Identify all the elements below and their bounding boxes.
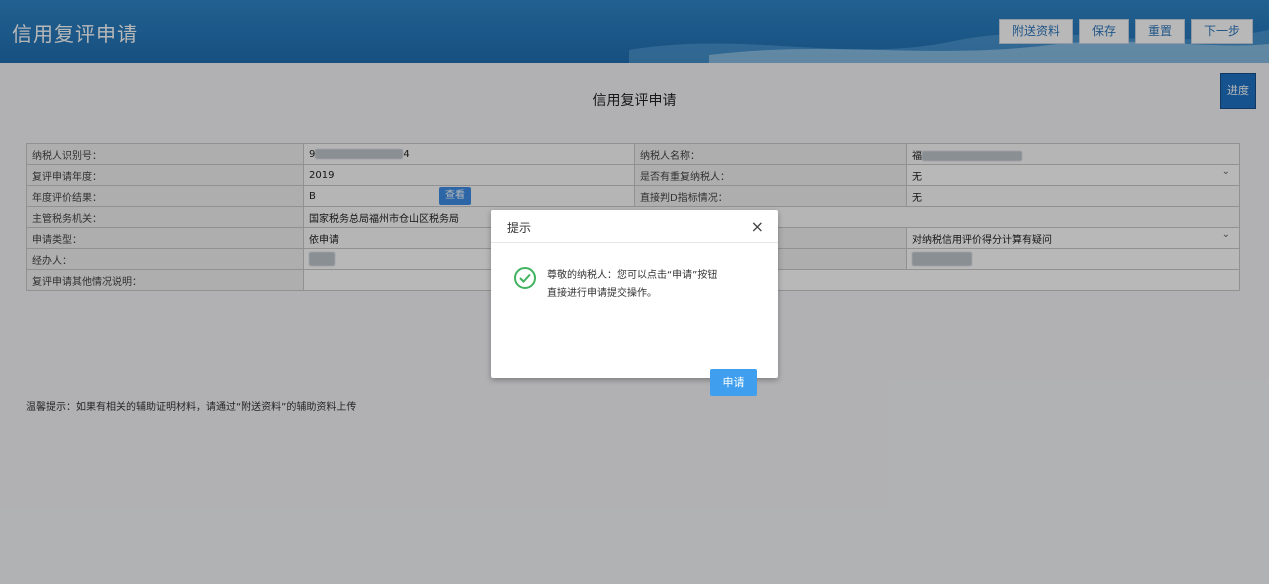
close-icon[interactable]: × <box>751 217 764 236</box>
dialog-header: 提示 × <box>491 210 778 243</box>
success-check-icon <box>514 267 536 289</box>
dialog-title: 提示 <box>507 221 532 235</box>
apply-button[interactable]: 申请 <box>710 369 757 396</box>
dialog-message-line1: 尊敬的纳税人：您可以点击“申请”按钮 <box>547 270 718 281</box>
dialog-message-line2: 直接进行申请提交操作。 <box>547 288 657 299</box>
prompt-dialog: 提示 × 尊敬的纳税人：您可以点击“申请”按钮 直接进行申请提交操作。 申请 <box>491 210 778 396</box>
dialog-message: 尊敬的纳税人：您可以点击“申请”按钮 直接进行申请提交操作。 <box>547 267 753 303</box>
